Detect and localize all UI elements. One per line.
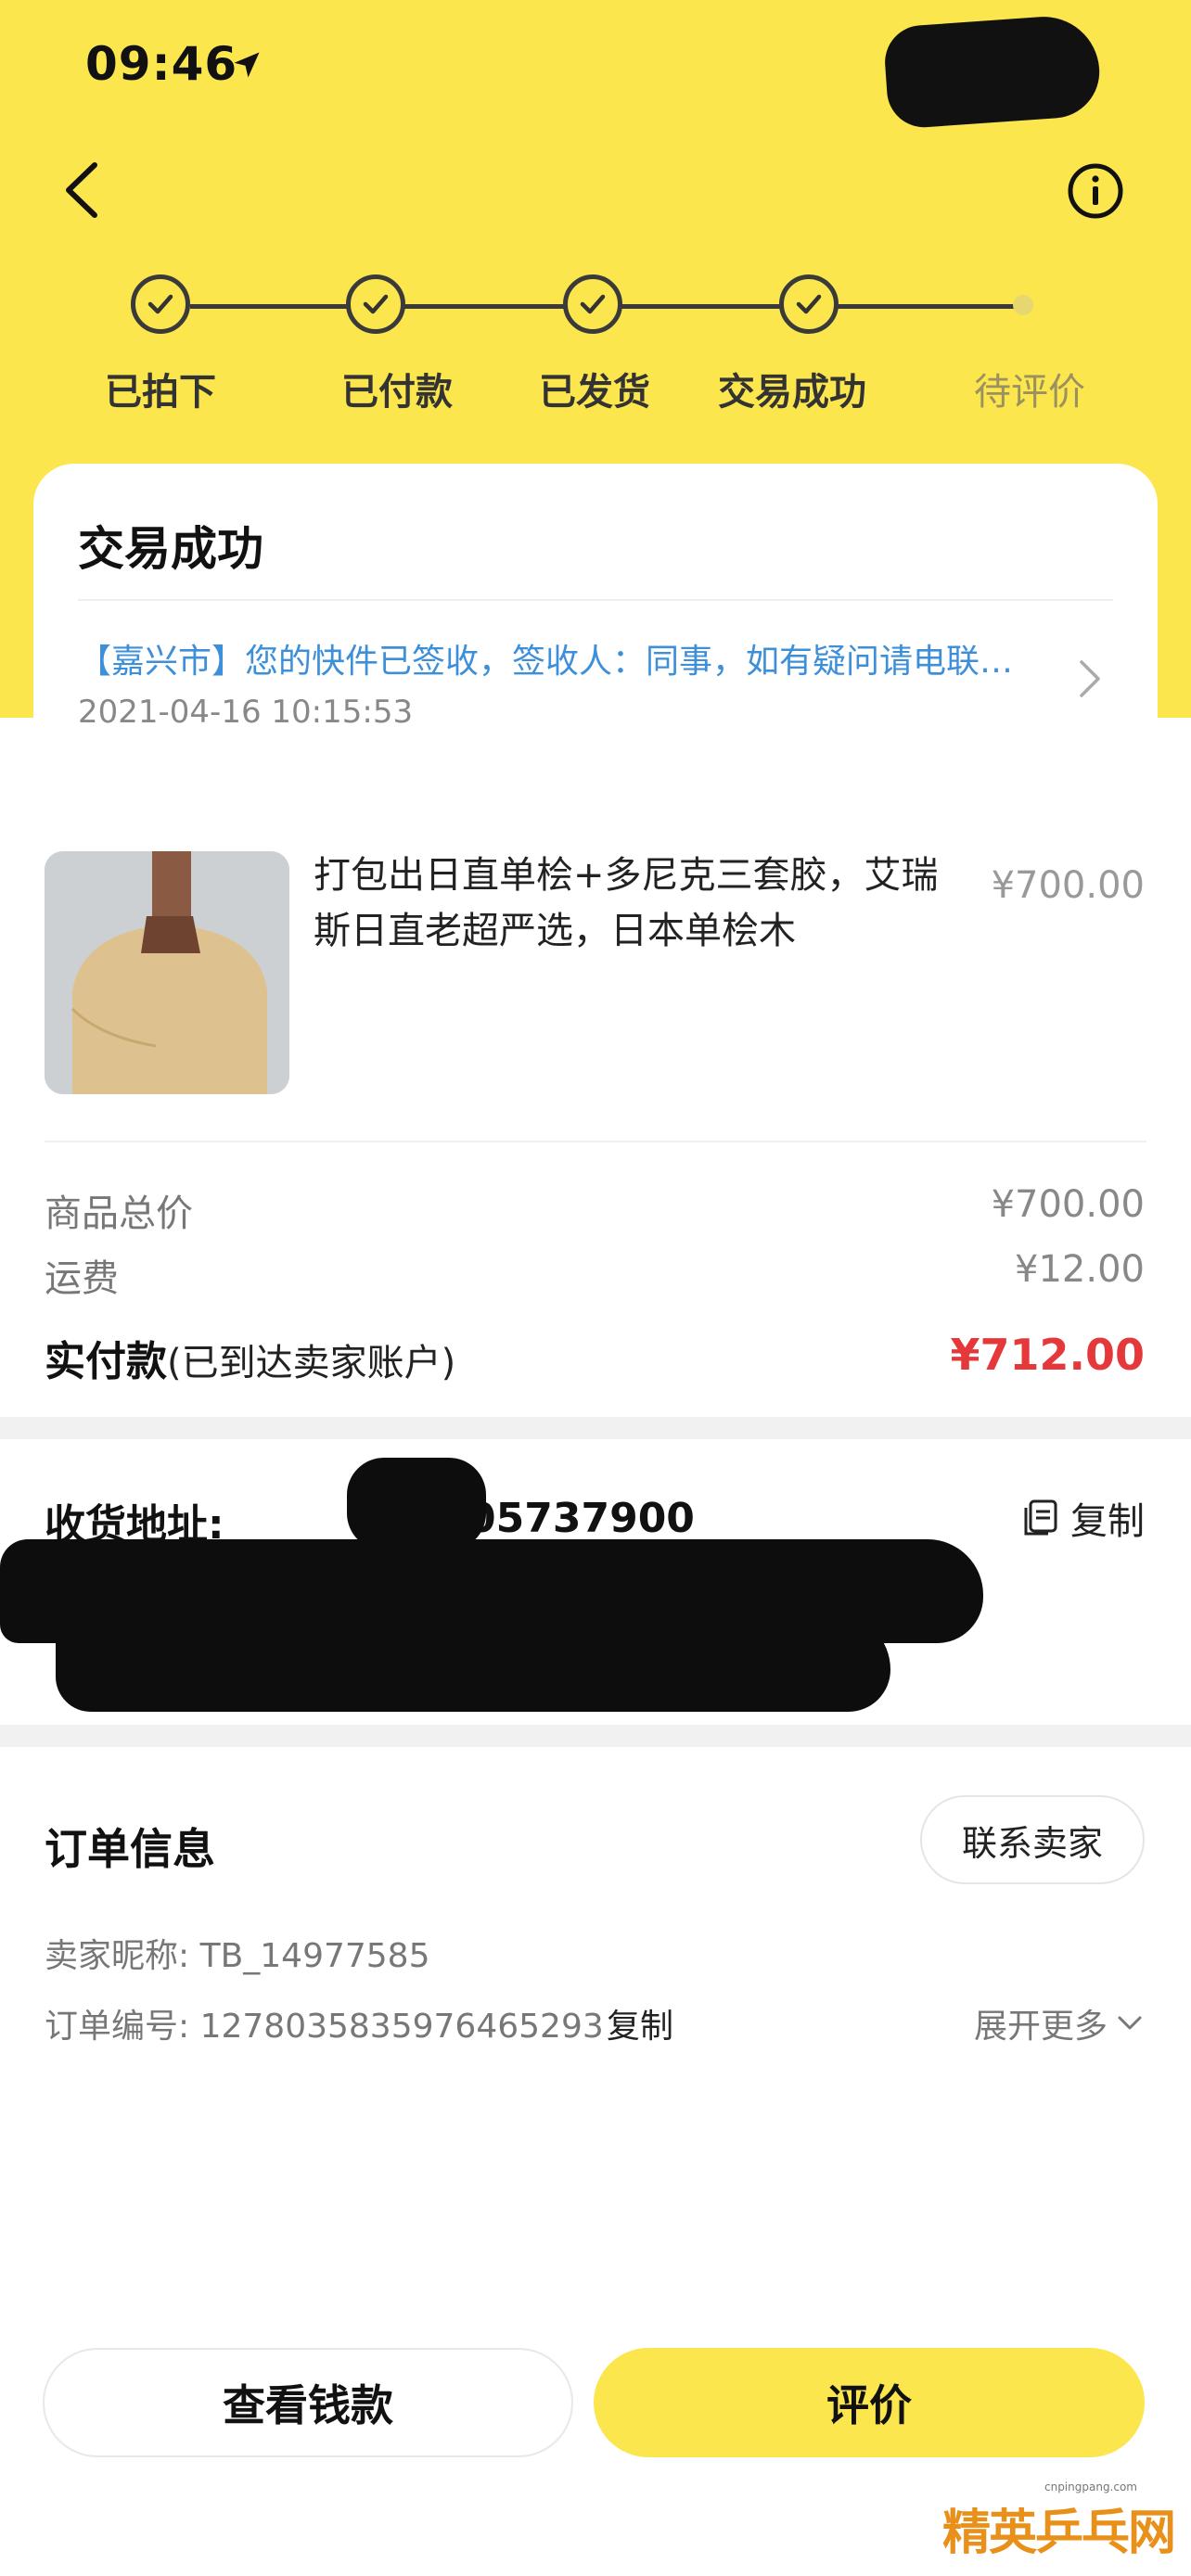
logistics-message[interactable]: 【嘉兴市】您的快件已签收，签收人：同事，如有疑问请电联…	[78, 634, 1052, 682]
watermark-text: 精英乒乓网	[941, 2506, 1176, 2561]
paid-note: (已到达卖家账户)	[167, 1342, 456, 1384]
chevron-right-icon[interactable]	[1076, 658, 1104, 699]
expand-more-button[interactable]: 展开更多	[974, 1999, 1143, 2047]
step-label: 已付款	[341, 371, 453, 414]
order-status-card: 交易成功 【嘉兴市】您的快件已签收，签收人：同事，如有疑问请电联… 2021-0…	[33, 464, 1158, 786]
goods-total-value: ¥700.00	[991, 1183, 1145, 1226]
divider	[78, 599, 1113, 601]
expand-more-label: 展开更多	[973, 2008, 1108, 2046]
copy-order-number-button[interactable]: 复制	[607, 1999, 673, 2047]
step-check-icon	[563, 274, 622, 334]
product-thumbnail[interactable]	[45, 851, 289, 1094]
section-gap	[0, 1417, 1191, 1439]
location-arrow-icon	[234, 52, 260, 78]
step-label: 已拍下	[105, 371, 216, 414]
shipping-label: 运费	[45, 1257, 119, 1300]
chevron-down-icon	[1118, 2016, 1142, 2030]
step-label: 已发货	[539, 371, 650, 414]
back-icon[interactable]	[56, 158, 111, 223]
order-number: 订单编号: 1278035835976465293	[45, 2008, 604, 2046]
seller-nickname: 卖家昵称: TB_14977585	[45, 1937, 430, 1975]
step-label: 交易成功	[718, 371, 866, 414]
watermark-url: cnpingpang.com	[1044, 2480, 1137, 2493]
redacted-address	[56, 1613, 890, 1712]
info-icon[interactable]	[1067, 162, 1124, 220]
step-check-icon	[131, 274, 190, 334]
paid-label: 实付款(已到达卖家账户)	[45, 1328, 455, 1387]
redacted-address	[347, 1458, 486, 1550]
logistics-time: 2021-04-16 10:15:53	[78, 694, 414, 731]
paid-value: ¥712.00	[950, 1330, 1145, 1380]
copy-label: 复制	[1070, 1500, 1145, 1543]
product-price: ¥700.00	[991, 864, 1145, 907]
shipping-value: ¥12.00	[1015, 1248, 1145, 1291]
status-time: 09:46	[85, 37, 238, 91]
step-label: 待评价	[974, 371, 1085, 414]
contact-seller-button[interactable]: 联系卖家	[920, 1795, 1145, 1884]
step-check-icon	[346, 274, 405, 334]
review-button[interactable]: 评价	[594, 2348, 1145, 2457]
goods-total-label: 商品总价	[45, 1192, 193, 1235]
order-info-title: 订单信息	[45, 1824, 215, 1874]
product-title[interactable]: 打包出日直单桧+多尼克三套胶，艾瑞斯日直老超严选，日本单桧木	[314, 848, 944, 959]
address-phone: 05737900	[467, 1495, 695, 1542]
paid-label-text: 实付款	[45, 1338, 167, 1385]
step-check-icon	[779, 274, 839, 334]
step-pending-dot	[1013, 295, 1033, 315]
copy-icon	[1024, 1499, 1057, 1536]
copy-address-button[interactable]: 复制	[1022, 1491, 1145, 1545]
view-payment-button[interactable]: 查看钱款	[43, 2348, 573, 2457]
divider	[45, 1141, 1146, 1142]
card-title: 交易成功	[78, 522, 263, 576]
redacted-status-icons	[882, 13, 1103, 130]
section-gap	[0, 1725, 1191, 1747]
watermark-logo: cnpingpang.com 精英乒乓网	[941, 2480, 1176, 2563]
